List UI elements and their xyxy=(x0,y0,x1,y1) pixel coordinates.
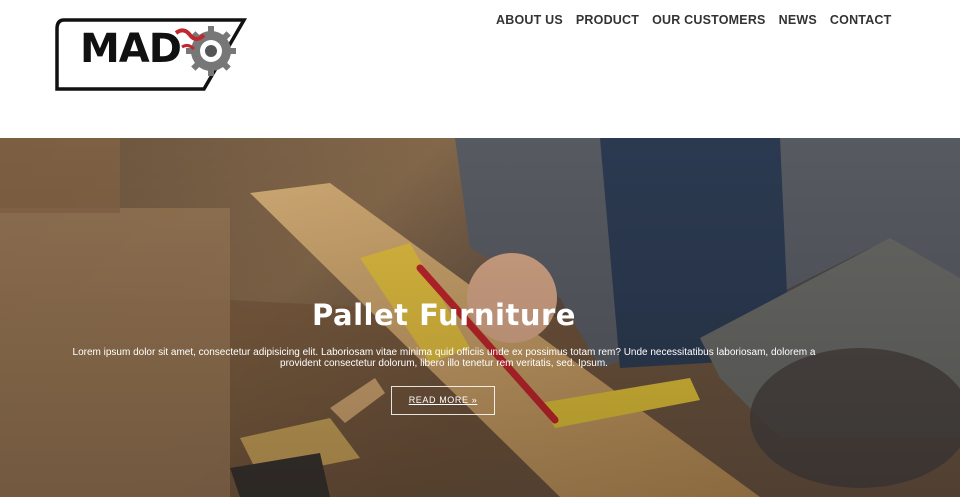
hero-title: Pallet Furniture xyxy=(312,298,576,332)
hero-banner: Pallet Furniture Lorem ipsum dolor sit a… xyxy=(0,138,960,497)
logo-text: MAD xyxy=(80,26,182,72)
nav-news[interactable]: NEWS xyxy=(779,13,817,27)
nav-about-us[interactable]: ABOUT US xyxy=(496,13,563,27)
hero-description: Lorem ipsum dolor sit amet, consectetur … xyxy=(72,347,816,369)
site-header: MAD ABOUT US PRODUCT OUR CUSTOMERS NEWS … xyxy=(0,0,960,138)
read-more-button[interactable]: READ MORE » xyxy=(391,386,495,415)
nav-contact[interactable]: CONTACT xyxy=(830,13,892,27)
nav-product[interactable]: PRODUCT xyxy=(576,13,639,27)
nav-our-customers[interactable]: OUR CUSTOMERS xyxy=(652,13,766,27)
site-logo[interactable]: MAD xyxy=(54,17,248,93)
main-nav: ABOUT US PRODUCT OUR CUSTOMERS NEWS CONT… xyxy=(496,13,905,27)
